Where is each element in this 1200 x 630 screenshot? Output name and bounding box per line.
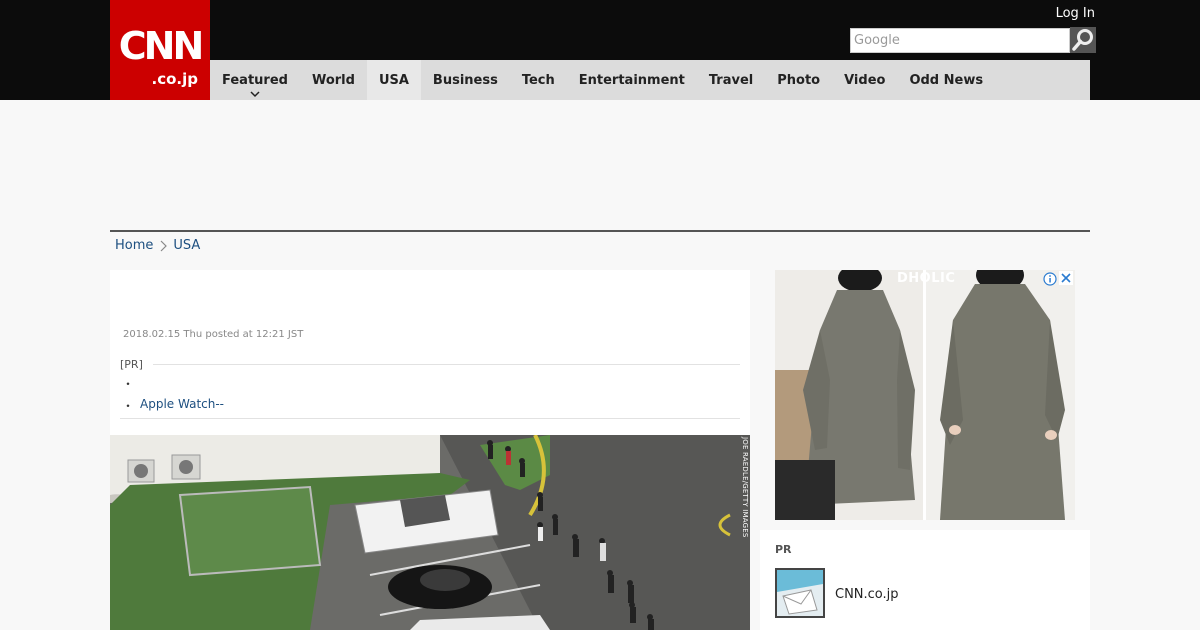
search-input[interactable] — [851, 29, 1069, 52]
pr-link-apple-watch[interactable]: Apple Watch-- — [140, 397, 224, 414]
search-icon — [1070, 27, 1096, 53]
chevron-down-icon — [250, 91, 260, 98]
nav-entertainment[interactable]: Entertainment — [567, 60, 697, 100]
pr-box-title: PR — [775, 543, 792, 556]
photo-credit: JOE RAEDLE/GETTY IMAGES — [738, 437, 750, 538]
ad-brand: DHOLIC — [897, 271, 956, 286]
pr-thumbnail[interactable] — [775, 568, 825, 618]
breadcrumb: Home USA — [115, 238, 200, 253]
nav-photo[interactable]: Photo — [765, 60, 832, 100]
nav-travel[interactable]: Travel — [697, 60, 765, 100]
chevron-right-icon — [160, 240, 168, 251]
nav-video[interactable]: Video — [832, 60, 897, 100]
breadcrumb-home[interactable]: Home — [115, 238, 153, 253]
bullet-marker: ・ — [122, 399, 135, 413]
nav-label: Featured — [222, 72, 288, 88]
article-photo — [110, 435, 750, 630]
pr-link-cnn[interactable]: CNN.co.jp — [835, 587, 899, 602]
logo-subtext: .co.jp — [151, 70, 198, 88]
pr-box: PR CNN.co.jp — [760, 530, 1090, 630]
nav-usa[interactable]: USA — [366, 60, 421, 100]
card-divider — [120, 418, 740, 419]
pr-bullet-empty: ・ — [122, 377, 135, 391]
nav-world[interactable]: World — [300, 60, 367, 100]
cnn-logo[interactable]: CNN .co.jp — [110, 0, 210, 100]
login-link[interactable]: Log In — [1056, 6, 1095, 21]
logo-text: CNN — [118, 24, 205, 68]
pr-divider — [152, 364, 740, 365]
advertisement[interactable]: DHOLIC — [775, 270, 1075, 520]
pr-row: [PR] — [120, 358, 740, 371]
nav-tech[interactable]: Tech — [510, 60, 567, 100]
nav-featured[interactable]: Featured — [210, 60, 300, 100]
breadcrumb-usa[interactable]: USA — [173, 238, 200, 253]
nav-business[interactable]: Business — [421, 60, 510, 100]
post-date: 2018.02.15 Thu posted at 12:21 JST — [123, 329, 304, 340]
info-icon[interactable] — [1043, 272, 1057, 286]
photo-credit-text: JOE RAEDLE/GETTY IMAGES — [741, 437, 749, 538]
pr-label: [PR] — [120, 358, 143, 371]
main-nav: Featured World USA Business Tech Enterta… — [210, 60, 1090, 100]
ad-image — [775, 270, 1075, 520]
search-button[interactable] — [1070, 27, 1096, 53]
close-icon[interactable] — [1059, 271, 1073, 285]
search-field[interactable] — [850, 28, 1070, 53]
nav-odd-news[interactable]: Odd News — [897, 60, 995, 100]
article-header-card: 2018.02.15 Thu posted at 12:21 JST [PR] … — [110, 270, 750, 435]
envelope-icon — [777, 570, 823, 616]
pr-bullet-item: ・ Apple Watch-- — [122, 397, 224, 414]
section-divider — [110, 230, 1090, 232]
